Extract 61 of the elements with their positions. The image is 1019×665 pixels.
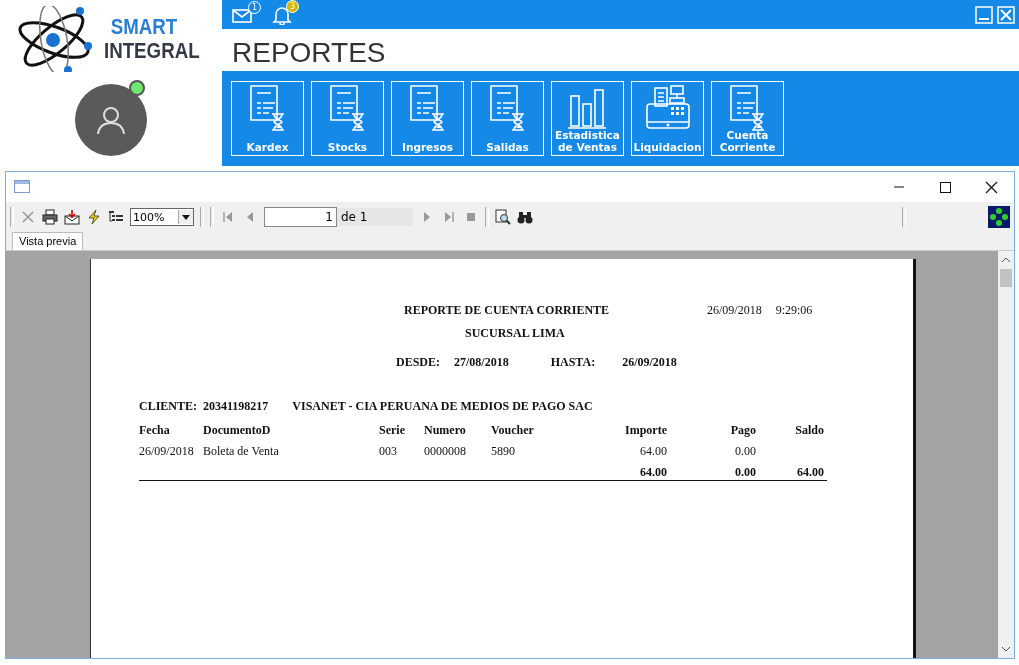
report-date: 26/09/2018 bbox=[707, 303, 762, 319]
notification-badge: 3 bbox=[286, 0, 299, 13]
logo-text: INTEGRAL bbox=[103, 39, 200, 63]
column-header: DocumentoD bbox=[203, 423, 272, 439]
total-cell-text: 64.00 bbox=[639, 465, 667, 480]
notification-badge: 1 bbox=[248, 0, 261, 14]
magnifier-page-icon[interactable] bbox=[495, 209, 511, 225]
printer-icon[interactable] bbox=[42, 209, 58, 225]
cash-register-icon bbox=[645, 84, 691, 132]
lightning-icon[interactable] bbox=[86, 209, 102, 225]
column-header: Fecha bbox=[139, 423, 171, 439]
column-header: Serie bbox=[379, 423, 406, 439]
table-cell-text: 003 bbox=[379, 444, 398, 460]
minimize-icon[interactable] bbox=[975, 5, 993, 24]
scroll-thumb[interactable] bbox=[1000, 269, 1012, 287]
column-header: Numero bbox=[424, 423, 467, 439]
date-label: DESDE: bbox=[396, 355, 440, 369]
bell-icon[interactable] bbox=[272, 4, 292, 25]
report-button[interactable]: Estadistica de Ventas bbox=[551, 81, 624, 156]
person-icon bbox=[96, 105, 126, 135]
table-cell-text: 0000008 bbox=[424, 444, 467, 460]
scroll-up-icon bbox=[1000, 255, 1012, 265]
page-count: de 1 bbox=[337, 208, 413, 226]
total-cell-text: 0.00 bbox=[734, 465, 756, 480]
client-id: 20341198217 bbox=[203, 399, 269, 413]
date-value: 27/08/2018 bbox=[454, 355, 509, 369]
report-button[interactable]: Cuenta Corriente bbox=[711, 81, 784, 156]
table-cell-text: 5890 bbox=[491, 444, 516, 460]
window-icon bbox=[14, 180, 30, 194]
scroll-down-icon bbox=[1000, 644, 1012, 654]
table-cell-text: 64.00 bbox=[639, 444, 667, 460]
binoculars-icon[interactable] bbox=[517, 209, 533, 225]
client-label: CLIENTE: bbox=[139, 399, 197, 413]
table-cell-text: 26/09/2018 bbox=[139, 444, 195, 460]
date-label: HASTA: bbox=[550, 355, 596, 369]
column-header: Importe bbox=[624, 423, 667, 439]
report-button[interactable]: Ingresos bbox=[391, 81, 464, 156]
report-button[interactable]: Liquidacion bbox=[631, 81, 704, 156]
report-button[interactable]: Stocks bbox=[311, 81, 384, 156]
report-button[interactable]: Kardex bbox=[231, 81, 304, 156]
client-name: VISANET - CIA PERUANA DE MEDIOS DE PAGO SAC bbox=[292, 399, 593, 413]
report-title: REPORTE DE CUENTA CORRIENTE bbox=[404, 303, 611, 319]
column-header: Pago bbox=[729, 423, 756, 439]
table-cell-text: Boleta de Venta bbox=[203, 444, 280, 460]
tree-list-icon[interactable] bbox=[108, 209, 124, 225]
zoom-dropdown[interactable]: 100% bbox=[130, 208, 194, 226]
branch-name: SUCURSAL LIMA bbox=[465, 326, 565, 340]
logo-text: SMART bbox=[110, 15, 179, 39]
page-title: REPORTES bbox=[231, 36, 387, 70]
column-header: Voucher bbox=[491, 423, 535, 439]
date-value: 26/09/2018 bbox=[622, 355, 677, 369]
envelope-export-icon[interactable] bbox=[64, 209, 80, 225]
report-time: 9:29:06 bbox=[775, 303, 813, 319]
total-cell-text: 64.00 bbox=[796, 465, 824, 480]
table-cell-text: 0.00 bbox=[734, 444, 756, 460]
dots-logo-icon bbox=[988, 206, 1010, 228]
report-button[interactable]: Salidas bbox=[471, 81, 544, 156]
page-number-field[interactable]: 1 bbox=[264, 207, 337, 227]
column-header: Saldo bbox=[794, 423, 824, 439]
preview-tab[interactable]: Vista previa bbox=[12, 232, 84, 250]
scrollbar[interactable] bbox=[998, 251, 1014, 658]
